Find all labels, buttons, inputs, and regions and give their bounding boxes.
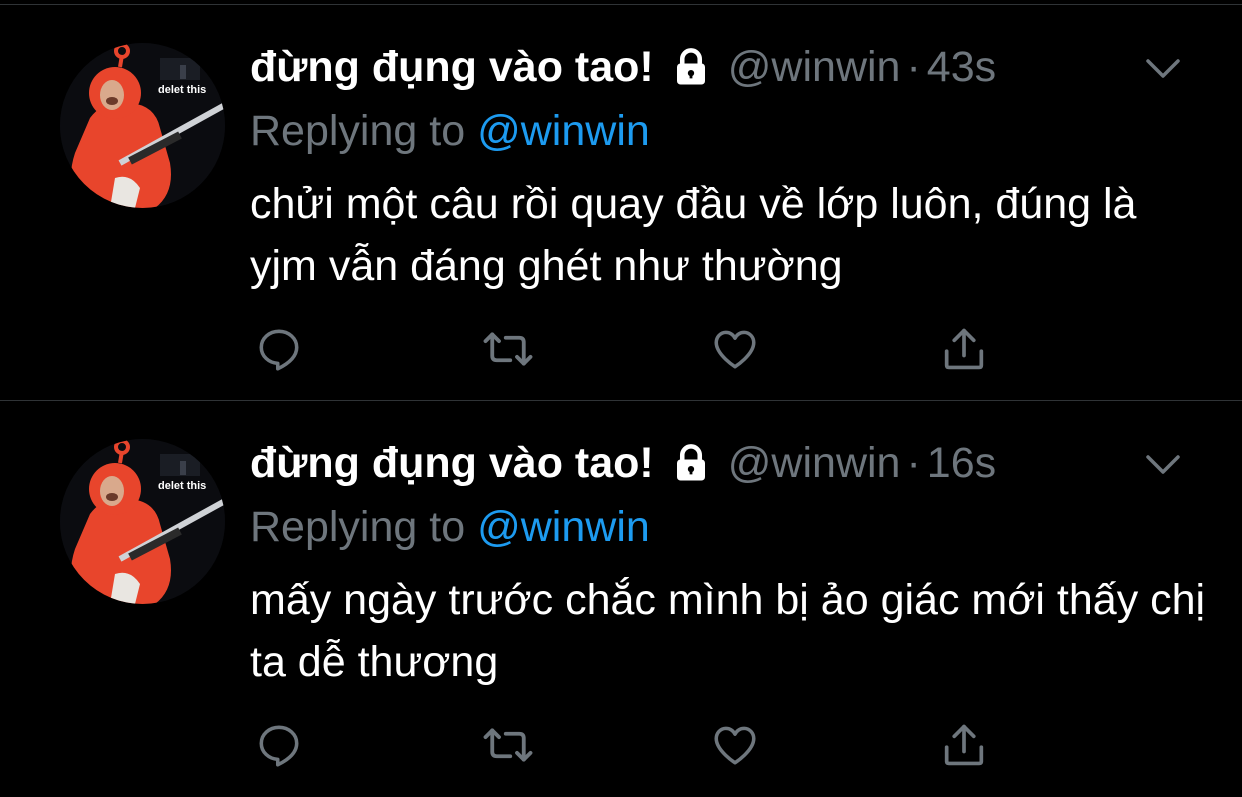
avatar-image: delet this xyxy=(60,439,225,604)
lock-icon xyxy=(676,444,705,481)
replying-prefix: Replying to xyxy=(250,107,466,155)
timestamp[interactable]: 16s xyxy=(927,435,996,491)
like-icon xyxy=(714,726,756,765)
replying-to-handle[interactable]: @winwin xyxy=(477,503,650,551)
replying-prefix: Replying to xyxy=(250,503,466,551)
share-icon xyxy=(944,328,984,370)
lock-icon xyxy=(676,48,705,85)
tweet-actions xyxy=(0,717,1242,773)
tweet-header: đừng đụng vào tao! @winwin · 43s xyxy=(250,39,996,95)
reply-icon xyxy=(259,329,299,371)
tweet-text: chửi một câu rồi quay đầu về lớp luôn, đ… xyxy=(250,180,1137,290)
tweet-actions xyxy=(0,321,1242,377)
separator: · xyxy=(906,439,921,487)
timestamp[interactable]: 43s xyxy=(927,39,996,95)
reply-icon xyxy=(259,725,299,767)
chevron-down-icon[interactable] xyxy=(1143,53,1183,83)
share-button[interactable] xyxy=(936,321,992,377)
avatar-caption: delet this xyxy=(158,84,206,96)
retweet-icon xyxy=(483,332,533,366)
replying-to: Replying to @winwin xyxy=(250,499,650,555)
replying-to-handle[interactable]: @winwin xyxy=(477,107,650,155)
share-icon xyxy=(944,724,984,766)
avatar-caption: delet this xyxy=(158,480,206,492)
tweet[interactable]: delet this đừng đụng vào tao! @winwin · … xyxy=(0,5,1242,401)
display-name[interactable]: đừng đụng vào tao! xyxy=(250,39,654,95)
display-name[interactable]: đừng đụng vào tao! xyxy=(250,435,654,491)
tweet-header: đừng đụng vào tao! @winwin · 16s xyxy=(250,435,996,491)
retweet-icon xyxy=(483,728,533,762)
avatar[interactable]: delet this xyxy=(60,439,225,604)
reply-button[interactable] xyxy=(251,717,307,773)
retweet-button[interactable] xyxy=(480,321,536,377)
tweet-text: mấy ngày trước chắc mình bị ảo giác mới … xyxy=(250,576,1206,686)
handle[interactable]: @winwin xyxy=(728,435,901,491)
handle[interactable]: @winwin xyxy=(728,39,901,95)
share-button[interactable] xyxy=(936,717,992,773)
avatar[interactable]: delet this xyxy=(60,43,225,208)
replying-to: Replying to @winwin xyxy=(250,103,650,159)
like-icon xyxy=(714,330,756,369)
like-button[interactable] xyxy=(707,321,763,377)
retweet-button[interactable] xyxy=(480,717,536,773)
avatar-image: delet this xyxy=(60,43,225,208)
tweet[interactable]: delet this đừng đụng vào tao! @winwin · … xyxy=(0,401,1242,797)
like-button[interactable] xyxy=(707,717,763,773)
chevron-down-icon[interactable] xyxy=(1143,449,1183,479)
separator: · xyxy=(906,43,921,91)
reply-button[interactable] xyxy=(251,321,307,377)
